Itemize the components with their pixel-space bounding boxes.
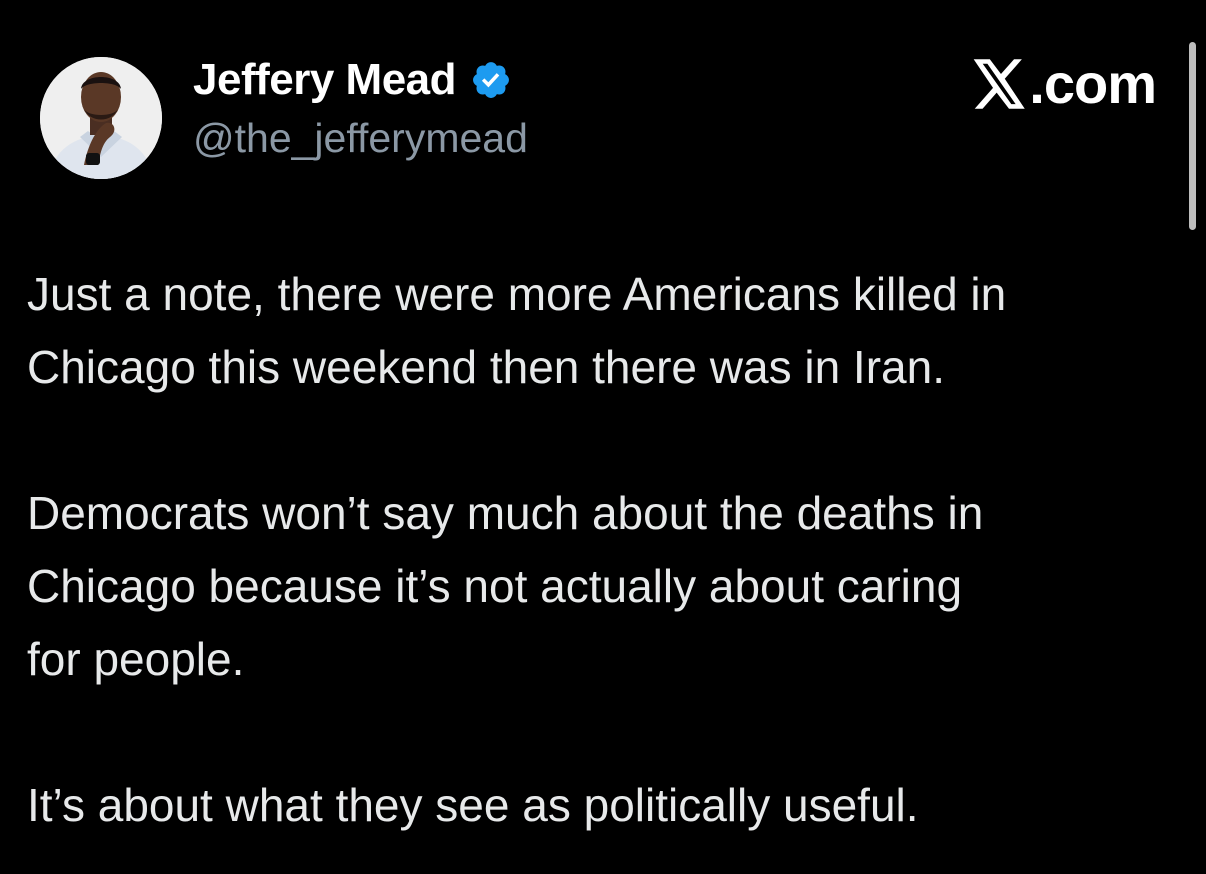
tweet-line: It’s about what they see as politically … bbox=[27, 779, 919, 831]
tweet-paragraph: Just a note, there were more Americans k… bbox=[27, 258, 1187, 404]
verified-badge-icon bbox=[473, 62, 509, 98]
tweet-line: Chicago this weekend then there was in I… bbox=[27, 341, 945, 393]
tweet-line: Chicago because it’s not actually about … bbox=[27, 560, 963, 612]
brand-watermark: .com bbox=[973, 52, 1157, 116]
scrollbar[interactable] bbox=[1189, 42, 1196, 230]
tweet-line: Democrats won’t say much about the death… bbox=[27, 487, 984, 539]
avatar[interactable] bbox=[40, 57, 162, 179]
tweet-card: Jeffery Mead @the_jefferymead .com Just … bbox=[0, 0, 1206, 874]
x-logo-icon bbox=[973, 59, 1026, 109]
profile-photo-icon bbox=[40, 57, 162, 179]
author-name-row: Jeffery Mead bbox=[193, 54, 512, 106]
tweet-line: for people. bbox=[27, 633, 245, 685]
tweet-paragraph: It’s about what they see as politically … bbox=[27, 769, 1187, 842]
tweet-line: Just a note, there were more Americans k… bbox=[27, 268, 1007, 320]
author-handle[interactable]: @the_jefferymead bbox=[193, 113, 528, 163]
author-display-name[interactable]: Jeffery Mead bbox=[193, 54, 457, 106]
brand-domain-suffix: .com bbox=[1029, 52, 1157, 115]
tweet-paragraph: Democrats won’t say much about the death… bbox=[27, 477, 1187, 696]
tweet-text: Just a note, there were more Americans k… bbox=[27, 258, 1187, 842]
